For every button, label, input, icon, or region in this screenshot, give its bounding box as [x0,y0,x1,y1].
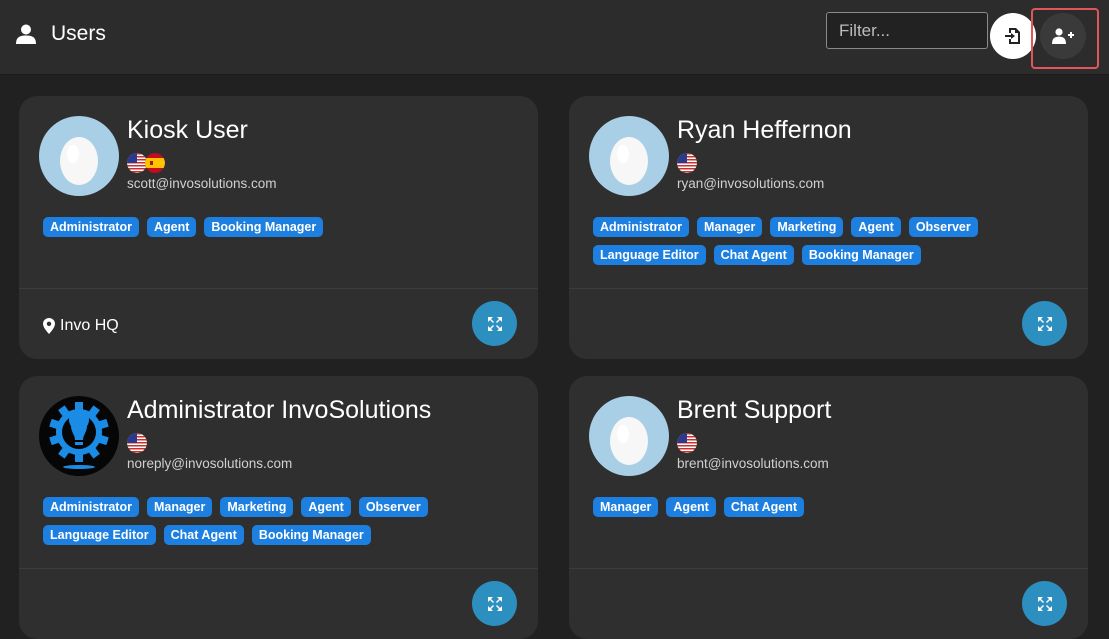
user-name: Administrator InvoSolutions [127,396,432,424]
us-flag-icon [677,153,697,173]
us-flag-icon [677,433,697,453]
role-tag: Agent [301,497,351,517]
language-flags [677,433,697,453]
role-tag: Administrator [593,217,689,237]
expand-button[interactable] [1022,581,1067,626]
map-pin-icon [43,318,55,334]
role-tag: Booking Manager [801,245,921,265]
role-tag: Marketing [770,217,844,237]
us-flag-icon [677,433,697,453]
avatar [589,396,669,476]
egg-avatar-icon [39,116,119,196]
user-plus-icon [1052,28,1074,44]
user-card: Brent Support brent@invosolutions.com Man… [569,376,1088,639]
top-bar: Users [0,0,1109,75]
card-divider [19,288,538,289]
user-email: brent@invosolutions.com [677,456,829,471]
filter-input[interactable] [826,12,988,49]
add-user-button[interactable] [1040,13,1086,59]
role-tag: Chat Agent [713,245,794,265]
es-flag-icon [145,153,165,173]
expand-icon [1037,316,1052,331]
user-name: Ryan Heffernon [677,116,852,144]
user-email: noreply@invosolutions.com [127,456,293,471]
card-divider [19,568,538,569]
egg-avatar-icon [589,116,669,196]
gear-bulb-logo-icon [39,396,119,476]
language-flags [127,433,147,453]
expand-button[interactable] [472,301,517,346]
role-tags: Administrator Agent Booking Manager [43,217,513,245]
language-flags [127,153,165,173]
avatar [39,116,119,196]
role-tags: Manager Agent Chat Agent [593,497,1063,525]
file-import-icon [1005,28,1020,44]
us-flag-icon [127,433,147,453]
expand-button[interactable] [472,581,517,626]
role-tag: Observer [908,217,978,237]
role-tag: Manager [696,217,763,237]
role-tag: Manager [146,497,213,517]
user-email: scott@invosolutions.com [127,176,277,191]
us-flag-icon [127,433,147,453]
role-tag: Agent [666,497,716,517]
user-card: Administrator InvoSolutions noreply@invo… [19,376,538,639]
card-divider [569,288,1088,289]
language-flags [677,153,697,173]
user-card: Ryan Heffernon ryan@invosolutions.com Adm… [569,96,1088,359]
role-tag: Language Editor [43,525,156,545]
us-flag-icon [127,153,147,173]
role-tags: Administrator Manager Marketing Agent Observ… [593,217,1063,273]
role-tag: Booking Manager [204,217,324,237]
us-flag-icon [127,153,147,173]
page-title: Users [51,22,106,45]
location-label: Invo HQ [60,317,119,334]
role-tag: Agent [146,217,197,237]
role-tags: Administrator Manager Marketing Agent Observ… [43,497,513,553]
avatar [589,116,669,196]
user-email: ryan@invosolutions.com [677,176,825,191]
card-divider [569,568,1088,569]
avatar [39,396,119,476]
role-tag: Observer [358,497,428,517]
role-tag: Chat Agent [723,497,805,517]
user-name: Kiosk User [127,116,248,144]
role-tag: Manager [593,497,659,517]
expand-button[interactable] [1022,301,1067,346]
egg-avatar-icon [589,396,669,476]
role-tag: Administrator [43,497,139,517]
role-tag: Chat Agent [163,525,244,545]
role-tag: Booking Manager [251,525,371,545]
user-card: Kiosk User scott@invosolutions.com Admini… [19,96,538,359]
user-location: Invo HQ [43,317,119,335]
es-flag-icon [145,153,165,173]
role-tag: Administrator [43,217,139,237]
user-icon [16,24,36,44]
expand-icon [487,596,502,611]
role-tag: Language Editor [593,245,706,265]
import-button[interactable] [990,13,1036,59]
role-tag: Agent [851,217,901,237]
expand-icon [487,316,502,331]
us-flag-icon [677,153,697,173]
user-name: Brent Support [677,396,832,424]
role-tag: Marketing [220,497,294,517]
expand-icon [1037,596,1052,611]
